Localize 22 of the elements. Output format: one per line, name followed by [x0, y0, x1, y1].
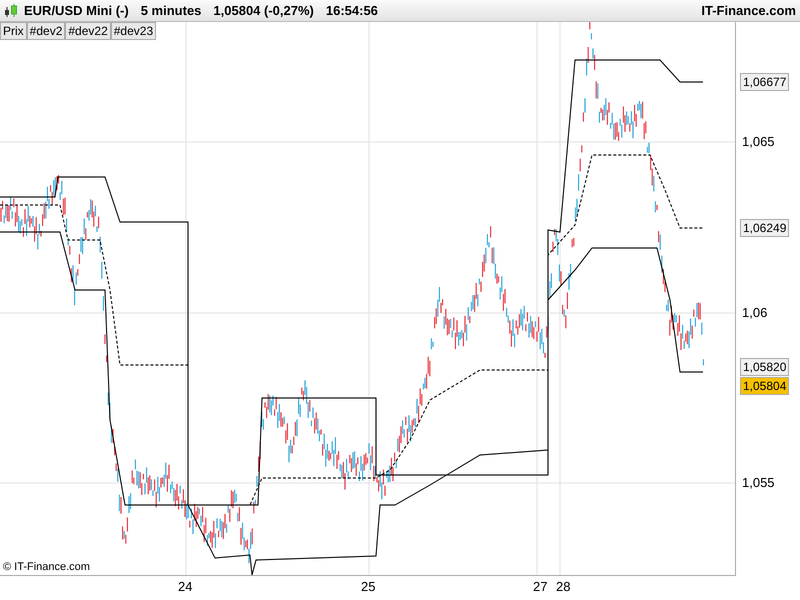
instrument-name: EUR/USD Mini (-): [24, 3, 129, 18]
brand-label: IT-Finance.com: [701, 3, 796, 18]
date-tick-label: 24: [178, 579, 192, 594]
time-label: 16:54:56: [326, 3, 378, 18]
candlestick-icon: [4, 4, 18, 18]
price-tick-label: 1,06: [742, 305, 768, 320]
price-tag: 1,06249: [740, 219, 790, 237]
timeframe-label: 5 minutes: [140, 3, 202, 18]
price-tag: 1,05804: [740, 377, 790, 395]
indicator-tab[interactable]: Prix: [0, 22, 27, 40]
price-change: 1,05804 (-0,27%): [213, 3, 314, 18]
date-tick-label: 25: [361, 579, 376, 594]
price-tag: 1,06677: [740, 73, 790, 91]
indicator-tab[interactable]: #dev2: [26, 22, 66, 40]
date-tick-label: 27: [533, 579, 548, 594]
indicator-tab[interactable]: #dev22: [65, 22, 111, 40]
price-tick-label: 1,065: [742, 134, 775, 149]
indicator-tab[interactable]: #dev23: [110, 22, 156, 40]
copyright-text: © IT-Finance.com: [3, 561, 90, 573]
price-tag: 1,05820: [740, 358, 790, 376]
date-tick-label: 28: [556, 579, 570, 594]
price-tick-label: 1,055: [742, 475, 775, 490]
